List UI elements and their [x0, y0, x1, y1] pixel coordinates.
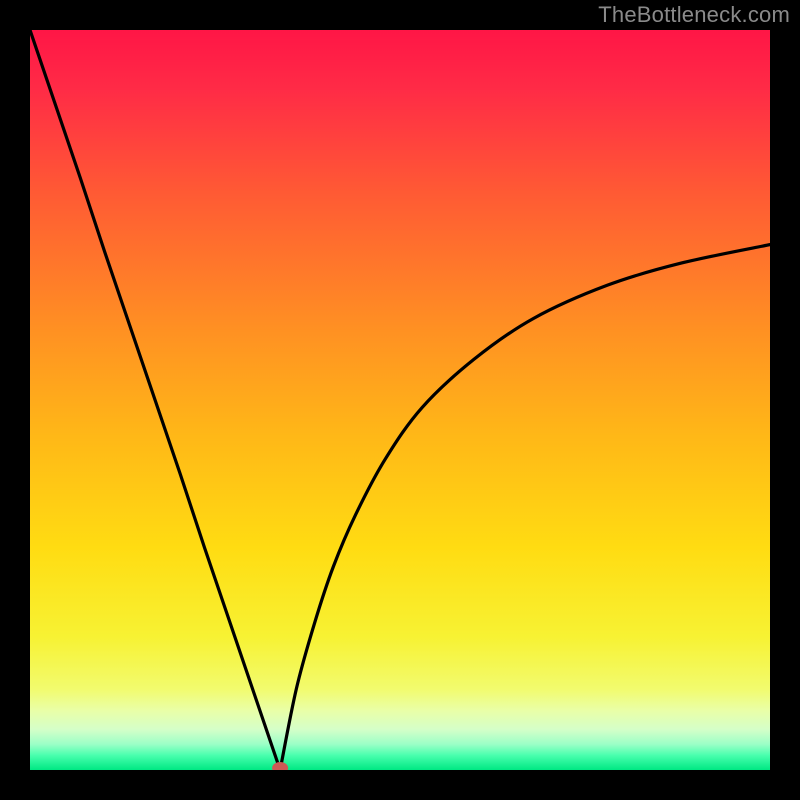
attribution-watermark: TheBottleneck.com: [598, 2, 790, 28]
plot-area: [30, 30, 770, 770]
gradient-background: [30, 30, 770, 770]
chart-frame: TheBottleneck.com: [0, 0, 800, 800]
chart-svg: [30, 30, 770, 770]
